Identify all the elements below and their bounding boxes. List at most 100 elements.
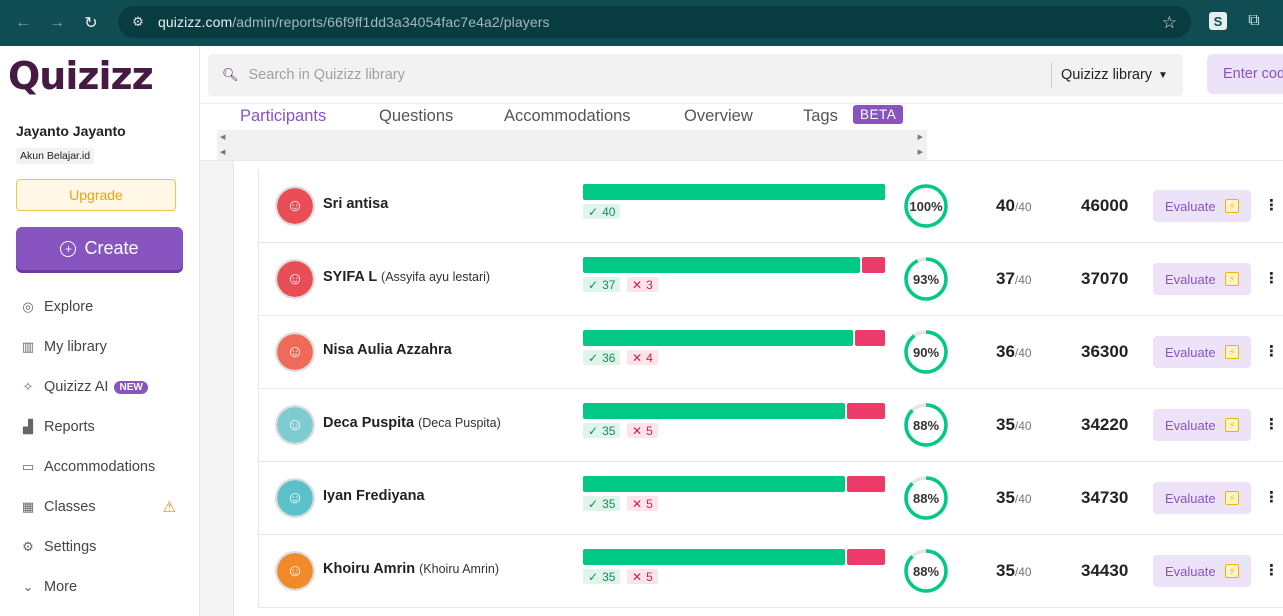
sparkle-icon: ✧ [22, 379, 34, 394]
correct-bar [583, 476, 845, 492]
back-icon[interactable]: ← [12, 12, 34, 34]
participant-name[interactable]: Nisa Aulia Azzahra [323, 342, 452, 358]
correct-count-chip: ✓ 37 [583, 277, 621, 292]
scroll-right-icon[interactable]: ▶ [918, 133, 923, 141]
score-value: 35 [996, 488, 1015, 507]
evaluate-label: Evaluate [1165, 417, 1216, 433]
sidebar-item-settings[interactable]: ⚙ Settings [20, 536, 190, 558]
more-options-icon[interactable]: ⋮ [1264, 561, 1279, 579]
table-row[interactable]: ☺ Sri antisa ✓ 40 100% 40/40 46000 Evalu… [258, 170, 1283, 243]
tab-overview[interactable]: Overview [684, 107, 753, 126]
scroll-left-icon[interactable]: ◀ [220, 133, 225, 141]
table-row[interactable]: ☺ SYIFA L (Assyifa ayu lestari) ✓ 37 ✕ 3 [258, 243, 1283, 316]
incorrect-bar [862, 257, 885, 273]
reload-icon[interactable]: ↻ [80, 12, 102, 34]
participant-name-text: Deca Puspita [323, 415, 415, 431]
correct-count: 36 [602, 350, 616, 365]
accuracy-percent: 90% [912, 344, 940, 360]
more-options-icon[interactable]: ⋮ [1264, 488, 1279, 506]
participant-name[interactable]: Iyan Frediyana [323, 488, 425, 504]
incorrect-bar [847, 403, 885, 419]
evaluate-button[interactable]: Evaluate ⚡ [1153, 555, 1251, 587]
sidebar-item-quizizz-ai[interactable]: ✧ Quizizz AI NEW [20, 376, 190, 398]
more-options-icon[interactable]: ⋮ [1264, 196, 1279, 214]
correct-bar [583, 330, 853, 346]
scroll-left-icon[interactable]: ◀ [220, 148, 225, 156]
chevron-down-icon: ⌄ [22, 579, 34, 594]
lightning-icon: ⚡ [1225, 272, 1239, 286]
extensions-puzzle-icon[interactable]: ⧉ [1245, 12, 1263, 30]
forward-icon[interactable]: → [46, 12, 68, 34]
correct-count-chip: ✓ 36 [583, 350, 621, 365]
library-select[interactable]: Quizizz library ▼ [1051, 62, 1168, 88]
incorrect-count-chip: ✕ 5 [627, 496, 658, 511]
participant-name-text: Sri antisa [323, 196, 389, 212]
sidebar-item-classes[interactable]: ▦ Classes ⚠ [20, 496, 190, 518]
scroll-right-icon[interactable]: ▶ [918, 148, 923, 156]
accuracy-bar [583, 476, 885, 492]
participant-name[interactable]: SYIFA L (Assyifa ayu lestari) [323, 269, 490, 285]
participant-name[interactable]: Sri antisa [323, 196, 388, 212]
incorrect-count-chip: ✕ 4 [627, 350, 658, 365]
more-options-icon[interactable]: ⋮ [1264, 342, 1279, 360]
participants-list: ☺ Sri antisa ✓ 40 100% 40/40 46000 Evalu… [233, 161, 1283, 616]
bookmark-star-icon[interactable]: ☆ [1162, 13, 1177, 33]
participant-alias: (Deca Puspita) [418, 416, 501, 430]
accuracy-percent: 88% [912, 563, 940, 579]
correct-bar [583, 184, 885, 200]
sidebar-item-accommodations[interactable]: ▭ Accommodations [20, 456, 190, 478]
table-row[interactable]: ☺ Nisa Aulia Azzahra ✓ 36 ✕ 4 90% 36/40 … [258, 316, 1283, 389]
points: 34430 [1081, 561, 1129, 580]
browser-toolbar: ← → ↻ ⚙ quizizz.com/admin/reports/66f9ff… [0, 0, 1283, 46]
evaluate-button[interactable]: Evaluate ⚡ [1153, 336, 1251, 368]
participant-name[interactable]: Deca Puspita (Deca Puspita) [323, 415, 501, 431]
avatar: ☺ [275, 259, 315, 299]
sidebar-item-explore[interactable]: ◎ Explore [20, 296, 190, 318]
more-options-icon[interactable]: ⋮ [1264, 415, 1279, 433]
sidebar-item-more[interactable]: ⌄ More [20, 576, 190, 598]
site-settings-icon[interactable]: ⚙ [130, 14, 146, 30]
evaluate-button[interactable]: Evaluate ⚡ [1153, 190, 1251, 222]
lightning-icon: ⚡ [1225, 418, 1239, 432]
tab-questions[interactable]: Questions [379, 107, 453, 126]
evaluate-button[interactable]: Evaluate ⚡ [1153, 482, 1251, 514]
participant-name[interactable]: Khoiru Amrin (Khoiru Amrin) [323, 561, 499, 577]
more-options-icon[interactable]: ⋮ [1264, 269, 1279, 287]
create-button[interactable]: + Create [16, 227, 183, 270]
url-text[interactable]: quizizz.com/admin/reports/66f9ff1dd3a340… [158, 14, 550, 30]
extension-s-icon[interactable]: S [1209, 12, 1227, 30]
tab-participants[interactable]: Participants [240, 107, 326, 126]
main-content: ☺ Sri antisa ✓ 40 100% 40/40 46000 Evalu… [200, 161, 1283, 616]
quizizz-logo[interactable]: Quizizz [8, 54, 154, 98]
participant-name-text: Nisa Aulia Azzahra [323, 342, 452, 358]
enter-code-button[interactable]: Enter code [1207, 54, 1283, 94]
score-value: 40 [996, 196, 1015, 215]
correct-count: 40 [602, 204, 616, 219]
participant-name-text: SYIFA L [323, 269, 377, 285]
accuracy-percent: 93% [912, 271, 940, 287]
correct-bar [583, 403, 845, 419]
address-bar[interactable]: ⚙ quizizz.com/admin/reports/66f9ff1dd3a3… [118, 6, 1191, 38]
table-row[interactable]: ☺ Iyan Frediyana ✓ 35 ✕ 5 88% 35/40 3473… [258, 462, 1283, 535]
accuracy-percent: 88% [912, 490, 940, 506]
evaluate-button[interactable]: Evaluate ⚡ [1153, 409, 1251, 441]
check-icon: ✓ [588, 496, 599, 511]
horizontal-scrollbar[interactable]: ◀ ◀ ▶ ▶ [217, 130, 927, 160]
tab-accommodations[interactable]: Accommodations [504, 107, 631, 126]
score-total: /40 [1014, 346, 1032, 360]
participant-name-text: Iyan Frediyana [323, 488, 425, 504]
sidebar-item-reports[interactable]: ▟ Reports [20, 416, 190, 438]
search-input[interactable] [248, 67, 1029, 83]
sidebar-item-my-library[interactable]: ▥ My library [20, 336, 190, 358]
classes-icon: ▦ [21, 499, 35, 514]
table-row[interactable]: ☺ Khoiru Amrin (Khoiru Amrin) ✓ 35 ✕ 5 8… [258, 535, 1283, 608]
evaluate-button[interactable]: Evaluate ⚡ [1153, 263, 1251, 295]
accuracy-bar [583, 257, 885, 273]
upgrade-button[interactable]: Upgrade [16, 179, 176, 211]
sidebar: Quizizz Jayanto Jayanto Akun Belajar.id … [0, 46, 200, 616]
score-value: 35 [996, 415, 1015, 434]
table-row[interactable]: ☺ Deca Puspita (Deca Puspita) ✓ 35 ✕ 5 8… [258, 389, 1283, 462]
accuracy-percent: 88% [912, 417, 940, 433]
tab-tags[interactable]: Tags [803, 107, 838, 126]
compass-icon: ◎ [22, 299, 34, 314]
